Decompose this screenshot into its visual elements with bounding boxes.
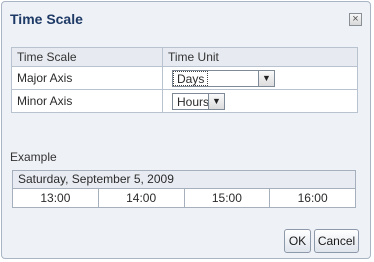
major-axis-label: Major Axis xyxy=(11,66,163,90)
major-axis-cell: Days ▼ xyxy=(162,66,358,90)
minor-axis-cell: Hours ▼ xyxy=(162,89,358,113)
minor-axis-time-unit-select[interactable]: Hours ▼ xyxy=(172,92,225,110)
example-date: Saturday, September 5, 2009 xyxy=(13,171,355,189)
chevron-down-icon[interactable]: ▼ xyxy=(258,70,274,86)
table-header-row: Time Scale Time Unit xyxy=(11,47,358,67)
time-scale-dialog: Time Scale × Time Scale Time Unit Major … xyxy=(1,1,371,259)
cancel-button[interactable]: Cancel xyxy=(314,229,359,253)
ok-button[interactable]: OK xyxy=(284,229,311,253)
dialog-titlebar: Time Scale × xyxy=(2,2,370,34)
table-row: Major Axis Days ▼ xyxy=(11,66,358,90)
column-header-time-scale: Time Scale xyxy=(11,47,163,67)
column-header-time-unit: Time Unit xyxy=(162,47,358,67)
example-time: 14:00 xyxy=(99,189,185,207)
example-time: 13:00 xyxy=(13,189,99,207)
chevron-down-icon[interactable]: ▼ xyxy=(208,93,224,109)
example-time: 16:00 xyxy=(297,191,328,205)
close-icon[interactable]: × xyxy=(349,13,362,26)
dialog-title: Time Scale xyxy=(10,11,83,27)
time-scale-table: Time Scale Time Unit Major Axis Days ▼ M… xyxy=(11,47,358,113)
example-times-row: 13:00 14:00 15:00 16:00 xyxy=(13,189,355,207)
example-preview: Saturday, September 5, 2009 13:00 14:00 … xyxy=(12,170,356,208)
example-time: 15:00 xyxy=(185,189,271,207)
table-row: Minor Axis Hours ▼ xyxy=(11,89,358,113)
minor-axis-selected-value: Hours xyxy=(177,94,210,109)
major-axis-time-unit-select[interactable]: Days ▼ xyxy=(172,69,275,87)
example-label: Example xyxy=(10,150,57,164)
minor-axis-label: Minor Axis xyxy=(11,89,163,113)
major-axis-selected-value: Days xyxy=(173,70,209,86)
